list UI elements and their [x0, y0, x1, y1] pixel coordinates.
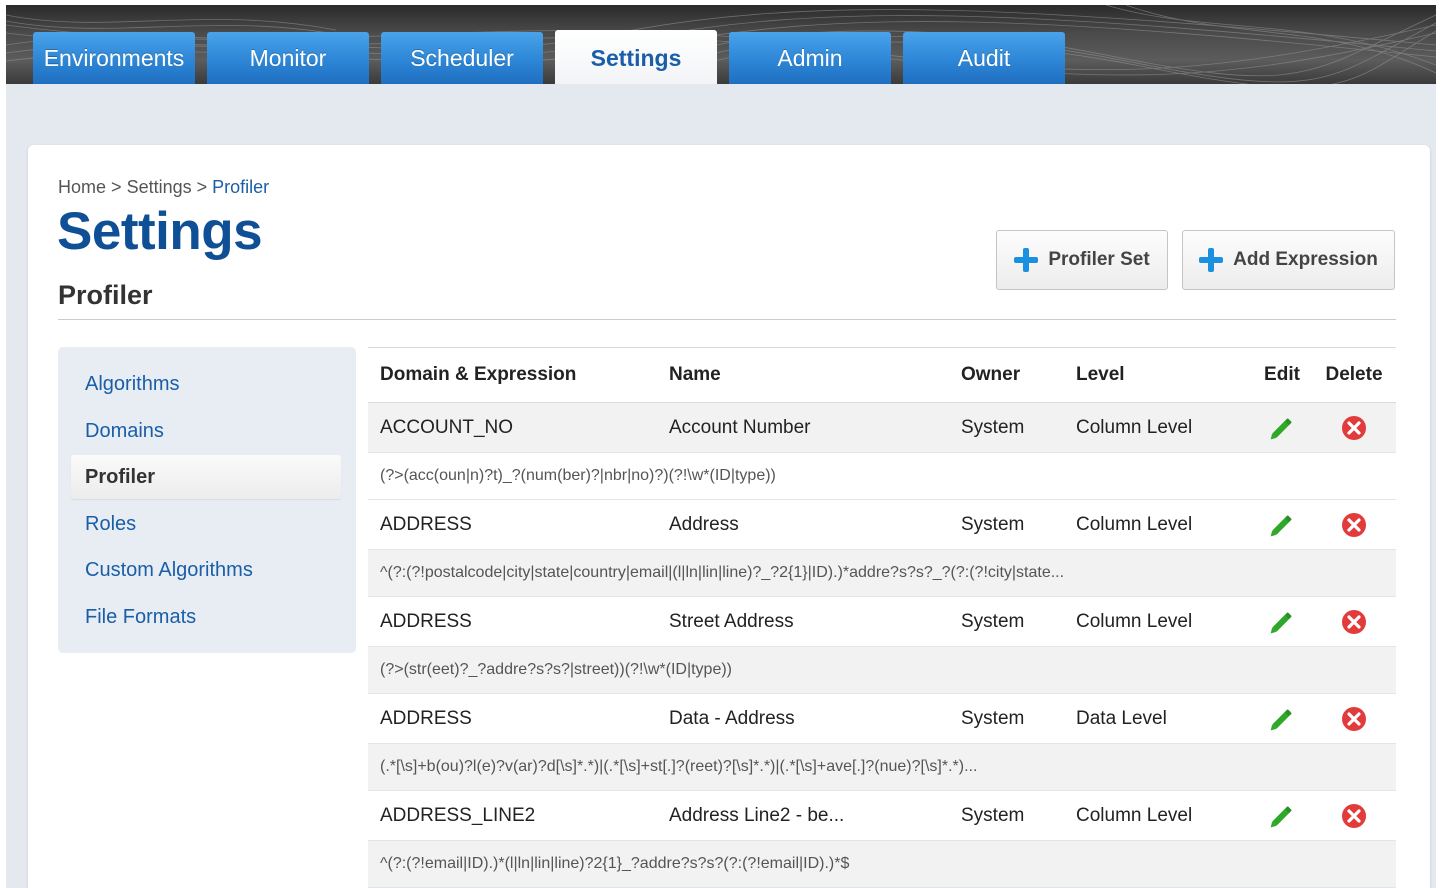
row-name: Address Line2 - be... — [669, 804, 845, 826]
expression-row: ^(?:(?!postalcode|city|state|country|ema… — [368, 550, 1396, 597]
sidebar-item-file-formats[interactable]: File Formats — [71, 595, 341, 639]
table-row[interactable]: ADDRESS Street Address System Column Lev… — [368, 597, 1396, 647]
tab-environments[interactable]: Environments — [33, 32, 195, 84]
pencil-icon[interactable] — [1267, 704, 1297, 734]
row-domain: ADDRESS — [380, 513, 472, 535]
row-expression: (?>(acc(oun|n)?t)_?(num(ber)?|nbr|no)?)(… — [380, 467, 776, 484]
expression-row: (?>(str(eet)?_?addre?s?s?|street))(?!\w*… — [368, 647, 1396, 694]
row-name: Data - Address — [669, 707, 795, 729]
profiler-set-label: Profiler Set — [1048, 249, 1150, 270]
row-owner: System — [961, 513, 1025, 535]
profiler-set-button[interactable]: Profiler Set — [996, 230, 1168, 290]
content-panel: Home > Settings > Profiler Settings Prof… — [28, 145, 1430, 888]
add-expression-button[interactable]: Add Expression — [1182, 230, 1395, 290]
breadcrumb-settings[interactable]: Settings — [127, 177, 192, 197]
tab-admin[interactable]: Admin — [729, 32, 891, 84]
app-frame: Environments Monitor Scheduler Settings … — [6, 5, 1436, 888]
row-owner: System — [961, 416, 1025, 438]
sidebar-item-domains[interactable]: Domains — [71, 409, 341, 453]
table-body: ACCOUNT_NO Account Number System Column … — [368, 403, 1396, 888]
row-owner: System — [961, 804, 1025, 826]
pencil-icon[interactable] — [1267, 801, 1297, 831]
expression-row: ^(?:(?!email|ID).)*(l|ln|lin|line)?2{1}_… — [368, 841, 1396, 888]
expression-row: (?>(acc(oun|n)?t)_?(num(ber)?|nbr|no)?)(… — [368, 453, 1396, 500]
header-banner: Environments Monitor Scheduler Settings … — [6, 5, 1436, 84]
row-level: Column Level — [1076, 513, 1193, 535]
tab-settings[interactable]: Settings — [555, 30, 717, 84]
breadcrumb-separator: > — [111, 177, 122, 197]
plus-icon — [1014, 248, 1039, 272]
pencil-icon[interactable] — [1267, 510, 1297, 540]
section-divider — [58, 319, 1396, 320]
table-header: Domain & Expression Name Owner Level Edi… — [368, 347, 1396, 403]
pencil-icon[interactable] — [1267, 607, 1297, 637]
breadcrumb-current: Profiler — [212, 177, 270, 197]
profiler-table: Domain & Expression Name Owner Level Edi… — [368, 347, 1396, 888]
tab-monitor[interactable]: Monitor — [207, 32, 369, 84]
row-level: Column Level — [1076, 416, 1193, 438]
row-owner: System — [961, 707, 1025, 729]
breadcrumb: Home > Settings > Profiler — [58, 177, 269, 198]
delete-circle-icon[interactable] — [1339, 607, 1369, 637]
row-domain: ADDRESS — [380, 707, 472, 729]
section-title: Profiler — [58, 280, 153, 310]
sidebar-item-custom-algorithms[interactable]: Custom Algorithms — [71, 548, 341, 592]
tab-audit[interactable]: Audit — [903, 32, 1065, 84]
table-row[interactable]: ADDRESS Data - Address System Data Level — [368, 694, 1396, 744]
breadcrumb-home[interactable]: Home — [58, 177, 106, 197]
table-row[interactable]: ADDRESS Address System Column Level — [368, 500, 1396, 550]
row-expression: (?>(str(eet)?_?addre?s?s?|street))(?!\w*… — [380, 661, 732, 678]
page-title: Settings — [57, 202, 263, 261]
tab-scheduler[interactable]: Scheduler — [381, 32, 543, 84]
settings-sidebar: Algorithms Domains Profiler Roles Custom… — [58, 347, 356, 653]
row-expression: ^(?:(?!email|ID).)*(l|ln|lin|line)?2{1}_… — [380, 855, 850, 872]
row-level: Column Level — [1076, 610, 1193, 632]
row-level: Column Level — [1076, 804, 1193, 826]
sidebar-item-algorithms[interactable]: Algorithms — [71, 362, 341, 406]
sidebar-item-profiler[interactable]: Profiler — [71, 455, 341, 499]
pencil-icon[interactable] — [1267, 413, 1297, 443]
row-domain: ADDRESS_LINE2 — [380, 804, 536, 826]
row-expression: ^(?:(?!postalcode|city|state|country|ema… — [380, 564, 1065, 581]
row-name: Street Address — [669, 610, 794, 632]
table-row[interactable]: ADDRESS_LINE2 Address Line2 - be... Syst… — [368, 791, 1396, 841]
row-name: Account Number — [669, 416, 811, 438]
column-header-name[interactable]: Name — [669, 348, 721, 402]
breadcrumb-separator: > — [196, 177, 208, 197]
row-owner: System — [961, 610, 1025, 632]
delete-circle-icon[interactable] — [1339, 801, 1369, 831]
row-expression: (.*[\s]+b(ou)?l(e)?v(ar)?d[\s]*.*)|(.*[\… — [380, 758, 978, 775]
row-domain: ACCOUNT_NO — [380, 416, 514, 438]
delete-circle-icon[interactable] — [1339, 704, 1369, 734]
table-row[interactable]: ACCOUNT_NO Account Number System Column … — [368, 403, 1396, 453]
column-header-owner[interactable]: Owner — [961, 348, 1020, 402]
add-expression-label: Add Expression — [1233, 249, 1378, 270]
row-name: Address — [669, 513, 739, 535]
delete-circle-icon[interactable] — [1339, 413, 1369, 443]
row-level: Data Level — [1076, 707, 1167, 729]
delete-circle-icon[interactable] — [1339, 510, 1369, 540]
expression-row: (.*[\s]+b(ou)?l(e)?v(ar)?d[\s]*.*)|(.*[\… — [368, 744, 1396, 791]
plus-icon — [1199, 248, 1224, 272]
column-header-domain[interactable]: Domain & Expression — [380, 348, 576, 402]
column-header-level[interactable]: Level — [1076, 348, 1125, 402]
sidebar-item-roles[interactable]: Roles — [71, 502, 341, 546]
row-domain: ADDRESS — [380, 610, 472, 632]
column-header-edit: Edit — [1264, 364, 1300, 385]
column-header-delete: Delete — [1325, 364, 1383, 385]
